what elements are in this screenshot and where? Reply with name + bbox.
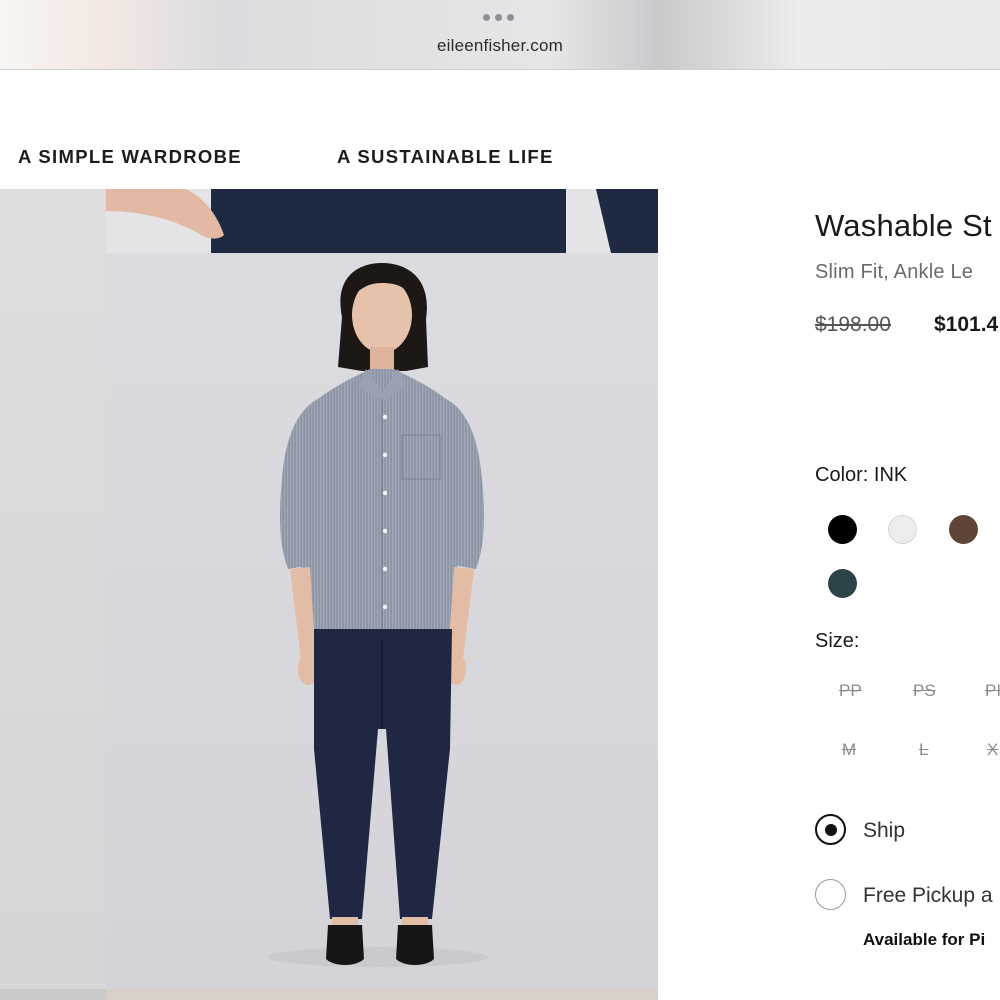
product-photo[interactable] bbox=[106, 189, 658, 989]
size-option-ps[interactable]: PS bbox=[913, 681, 936, 701]
color-swatch-brown[interactable] bbox=[949, 515, 978, 544]
availability-text: Available for Pi bbox=[863, 930, 986, 949]
size-option-pi[interactable]: PI bbox=[985, 681, 1000, 701]
sale-price: $101.4 bbox=[934, 313, 999, 336]
model-illustration bbox=[106, 189, 658, 989]
thumbnail-edge bbox=[0, 989, 106, 1000]
original-price: $198.00 bbox=[815, 313, 891, 336]
nav-sustainable-life[interactable]: A SUSTAINABLE LIFE bbox=[337, 146, 554, 168]
size-label: Size: bbox=[815, 630, 860, 652]
pickup-radio[interactable] bbox=[815, 879, 846, 910]
product-subtitle: Slim Fit, Ankle Le bbox=[815, 261, 974, 283]
product-details-panel: Washable St Slim Fit, Ankle Le $198.00 $… bbox=[815, 200, 1000, 1000]
product-gallery bbox=[0, 189, 658, 1000]
product-title: Washable St bbox=[815, 208, 992, 243]
size-option-x[interactable]: X bbox=[987, 740, 998, 760]
more-options-icon[interactable] bbox=[483, 14, 514, 21]
color-swatch-black[interactable] bbox=[828, 515, 857, 544]
address-bar[interactable]: eileenfisher.com bbox=[0, 36, 1000, 56]
color-swatch-white[interactable] bbox=[888, 515, 917, 544]
next-image-edge bbox=[106, 989, 658, 1000]
previous-image-thumbnail[interactable] bbox=[0, 189, 106, 989]
size-option-m[interactable]: M bbox=[842, 740, 856, 760]
ship-label[interactable]: Ship bbox=[863, 819, 905, 843]
color-swatch-ink[interactable] bbox=[828, 569, 857, 598]
size-option-l[interactable]: L bbox=[919, 740, 928, 760]
nav-simple-wardrobe[interactable]: A SIMPLE WARDROBE bbox=[18, 146, 242, 168]
size-option-pp[interactable]: PP bbox=[839, 681, 862, 701]
pickup-label[interactable]: Free Pickup a bbox=[863, 884, 993, 908]
browser-toolbar: eileenfisher.com bbox=[0, 0, 1000, 70]
color-label: Color: INK bbox=[815, 464, 908, 486]
top-navigation: A SIMPLE WARDROBE A SUSTAINABLE LIFE bbox=[0, 146, 700, 170]
ship-radio[interactable] bbox=[815, 814, 846, 845]
